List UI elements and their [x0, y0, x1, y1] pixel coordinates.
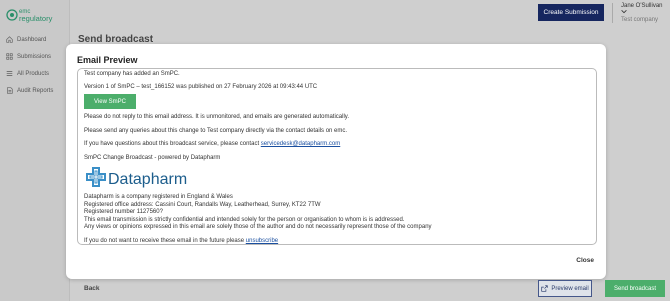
footer-views: Any views or opinions expressed in this … — [84, 224, 432, 230]
contact-text: If you have questions about this broadca… — [84, 141, 261, 147]
back-button[interactable]: Back — [84, 285, 100, 292]
preview-email-label: Preview email — [551, 285, 589, 292]
footer-company: Datapharm is a company registered in Eng… — [84, 194, 233, 200]
sidebar-item-audit-reports[interactable]: Audit Reports — [0, 82, 70, 99]
unsubscribe-link[interactable]: unsubscribe — [246, 238, 278, 244]
sidebar-item-label: Dashboard — [17, 36, 47, 43]
sidebar-item-submissions[interactable]: Submissions — [0, 48, 70, 65]
user-company: Test company — [621, 17, 659, 23]
home-icon — [6, 36, 13, 43]
email-line-contact: If you have questions about this broadca… — [84, 141, 590, 149]
sidebar-item-label: Audit Reports — [17, 87, 54, 94]
sidebar-item-label: Submissions — [17, 53, 52, 60]
footer-address: Registered office address: Cassini Court… — [84, 201, 321, 208]
logo-text-bottom: regulatory — [19, 14, 53, 23]
sidebar: emc regulatory Dashboard Submissions All… — [0, 0, 70, 301]
email-preview-modal: Email Preview Test company has added an … — [66, 44, 606, 279]
footer-confidential: This email transmission is strictly conf… — [84, 216, 405, 223]
servicedesk-email-link[interactable]: servicedesk@datapharm.com — [261, 141, 340, 147]
external-link-icon — [541, 285, 548, 292]
email-line-added: Test company has added an SmPC. — [84, 71, 180, 77]
close-button[interactable]: Close — [576, 257, 594, 264]
sidebar-item-all-products[interactable]: All Products — [0, 65, 70, 82]
create-submission-button[interactable]: Create Submission — [538, 4, 604, 21]
top-bar: Create Submission Jane O'Sullivan Test c… — [71, 0, 670, 26]
user-menu[interactable]: Jane O'Sullivan Test company — [612, 3, 668, 23]
document-icon — [7, 87, 13, 94]
unsubscribe-text: If you do not want to receive these emai… — [84, 237, 246, 244]
emc-regulatory-logo[interactable]: emc regulatory — [6, 6, 66, 24]
email-line-version: Version 1 of SmPC – test_166152 was publ… — [84, 83, 318, 90]
chevron-down-icon — [621, 10, 627, 14]
footer-reg-number: Registered number 1127560? — [84, 209, 163, 215]
list-icon — [6, 70, 13, 77]
user-name: Jane O'Sullivan — [621, 3, 663, 9]
send-broadcast-button[interactable]: Send broadcast — [605, 280, 665, 297]
email-line-unsubscribe: If you do not want to receive these emai… — [84, 237, 590, 245]
email-line-no-reply: Please do not reply to this email addres… — [84, 114, 350, 120]
grid-icon — [6, 53, 13, 60]
email-line-queries: Please send any queries about this chang… — [84, 127, 348, 134]
email-preview-content[interactable]: Test company has added an SmPC. Version … — [77, 68, 597, 245]
datapharm-logo-text: Datapharm — [108, 171, 187, 188]
sidebar-nav: Dashboard Submissions All Products Audit… — [0, 31, 70, 99]
sidebar-item-label: All Products — [17, 70, 50, 77]
email-line-powered-by: SmPC Change Broadcast - powered by Datap… — [84, 154, 221, 161]
sidebar-item-dashboard[interactable]: Dashboard — [0, 31, 70, 48]
modal-title: Email Preview — [77, 55, 138, 65]
preview-email-button[interactable]: Preview email — [538, 280, 592, 297]
view-smpc-button[interactable]: View SmPC — [84, 94, 136, 109]
datapharm-logo-icon: Datapharm — [86, 167, 187, 188]
datapharm-logo: Datapharm — [84, 165, 590, 191]
